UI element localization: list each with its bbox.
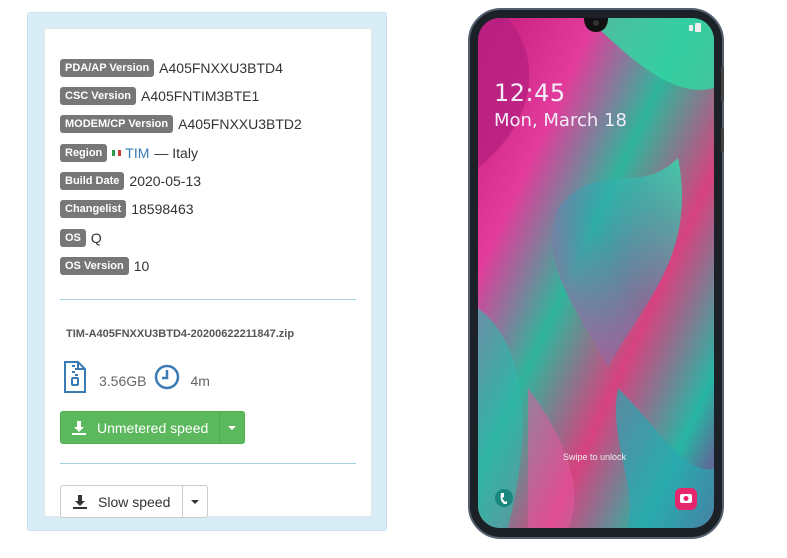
modem-version-value: A405FNXXU3BTD2 xyxy=(178,116,302,132)
slow-options-toggle[interactable] xyxy=(182,486,207,517)
os-version-label: OS Version xyxy=(60,257,129,275)
build-date-value: 2020-05-13 xyxy=(129,173,202,189)
firmware-card: PDA/AP Version A405FNXXU3BTD4 CSC Versio… xyxy=(44,28,372,518)
row-os-version: OS Version 10 xyxy=(60,257,149,275)
row-os: OS Q xyxy=(60,229,102,247)
zip-file-icon xyxy=(64,361,86,393)
changelist-value: 18598463 xyxy=(131,201,194,217)
slow-speed-label: Slow speed xyxy=(98,493,171,510)
build-date-label: Build Date xyxy=(60,172,125,190)
unmetered-speed-label: Unmetered speed xyxy=(97,419,209,436)
csc-version-value: A405FNTIM3BTE1 xyxy=(141,88,260,104)
file-size: 3.56GB xyxy=(99,373,147,389)
pda-version-value: A405FNXXU3BTD4 xyxy=(159,60,283,76)
lock-screen-time: 12:45 xyxy=(494,79,566,107)
divider xyxy=(60,463,356,464)
modem-version-label: MODEM/CP Version xyxy=(60,115,174,133)
caret-down-icon xyxy=(228,425,237,430)
unmetered-options-toggle[interactable] xyxy=(219,412,244,443)
clock-icon xyxy=(155,364,180,390)
firmware-panel: PDA/AP Version A405FNXXU3BTD4 CSC Versio… xyxy=(27,12,387,531)
row-build-date: Build Date 2020-05-13 xyxy=(60,172,201,190)
os-label: OS xyxy=(60,229,86,247)
carrier-link[interactable]: TIM xyxy=(125,145,149,161)
firmware-filename: TIM-A405FNXXU3BTD4-20200622211847.zip xyxy=(66,328,295,340)
download-metrics: 3.56GB 4m xyxy=(63,360,210,394)
unmetered-speed-button[interactable]: Unmetered speed xyxy=(61,412,219,443)
unmetered-download-button-group: Unmetered speed xyxy=(60,411,246,444)
slow-speed-button[interactable]: Slow speed xyxy=(61,486,182,517)
row-modem-version: MODEM/CP Version A405FNXXU3BTD2 xyxy=(60,115,302,133)
pda-version-label: PDA/AP Version xyxy=(60,59,155,77)
row-csc-version: CSC Version A405FNTIM3BTE1 xyxy=(60,87,259,105)
download-time: 4m xyxy=(190,373,210,389)
csc-version-label: CSC Version xyxy=(60,87,137,105)
changelist-label: Changelist xyxy=(60,200,127,218)
divider xyxy=(60,299,356,300)
download-icon xyxy=(72,420,86,435)
os-version-value: 10 xyxy=(133,258,150,274)
caret-down-icon xyxy=(191,499,200,504)
download-icon xyxy=(73,494,87,509)
region-value: — Italy xyxy=(154,145,198,161)
row-pda-version: PDA/AP Version A405FNXXU3BTD4 xyxy=(60,59,283,77)
italy-flag-icon xyxy=(112,150,122,156)
slow-download-button-group: Slow speed xyxy=(60,485,209,518)
lock-screen-date: Mon, March 18 xyxy=(494,110,627,131)
os-value: Q xyxy=(90,230,102,246)
swipe-hint-text: Swipe to unlock xyxy=(563,452,627,462)
region-label: Region xyxy=(60,144,108,162)
row-changelist: Changelist 18598463 xyxy=(60,200,194,218)
row-region: Region TIM — Italy xyxy=(60,144,198,162)
